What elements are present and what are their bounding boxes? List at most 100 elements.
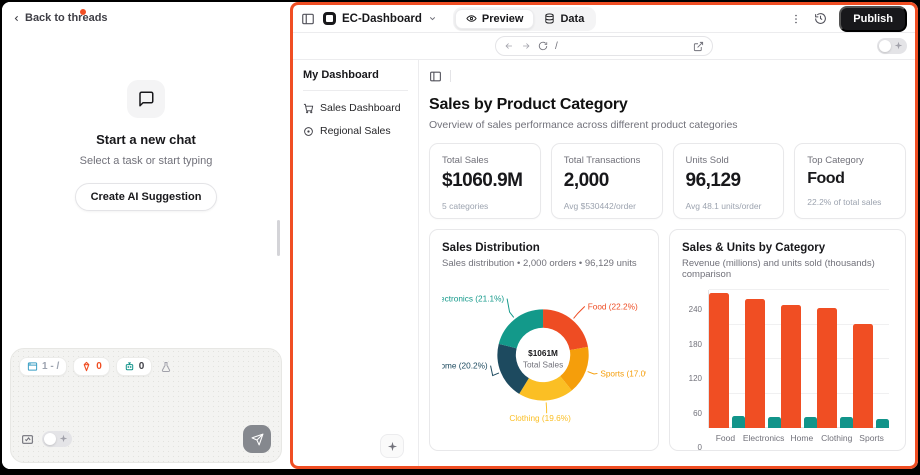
chat-bubble-icon	[137, 90, 155, 108]
donut-leader-line	[588, 372, 598, 374]
scrollbar-thumb[interactable]	[277, 220, 280, 256]
gem-icon	[81, 361, 92, 372]
preview-content: My Dashboard Sales Dashboard Regional Sa…	[293, 60, 915, 466]
history-icon[interactable]	[814, 12, 827, 25]
bar-group-clothing	[817, 290, 853, 428]
app-window: Back to threads Start a new chat Select …	[2, 2, 918, 469]
page-subtitle: Overview of sales performance across dif…	[429, 119, 906, 131]
sidebar-toggle-icon[interactable]	[301, 12, 315, 26]
open-external-icon[interactable]	[693, 41, 704, 52]
agent-chip[interactable]: 0	[116, 357, 153, 376]
app-topbar: EC-Dashboard Preview Data	[293, 5, 915, 33]
stat-card-total-transactions: Total Transactions 2,000 Avg $530442/ord…	[551, 143, 663, 219]
back-to-threads-link[interactable]: Back to threads	[12, 12, 108, 24]
ai-mode-toggle[interactable]	[42, 431, 72, 447]
refresh-icon[interactable]	[538, 41, 548, 51]
stat-label: Top Category	[807, 155, 893, 166]
cart-icon	[303, 103, 314, 114]
bar-electronics-revenue	[745, 299, 765, 428]
tab-data[interactable]: Data	[534, 9, 594, 29]
donut-chart-card: Sales Distribution Sales distribution • …	[429, 229, 659, 451]
composer-toolbar	[21, 425, 271, 453]
dashboard-sidebar: My Dashboard Sales Dashboard Regional Sa…	[293, 60, 419, 466]
y-tick: 240	[689, 305, 702, 314]
donut-slice-food	[543, 309, 588, 350]
stat-footnote: 5 categories	[442, 201, 528, 211]
sidebar-item-label: Sales Dashboard	[320, 102, 401, 114]
collapse-panel-icon[interactable]	[429, 70, 442, 83]
context-chip-row: 1 - / 0 0	[11, 349, 281, 376]
nav-forward-icon[interactable]	[521, 41, 531, 51]
stat-label: Total Sales	[442, 155, 528, 166]
chat-empty-state: Start a new chat Select a task or start …	[2, 80, 290, 211]
toggle-knob	[879, 40, 891, 52]
donut-label-food: Food (22.2%)	[588, 302, 638, 311]
donut-label-home: Home (20.2%)	[442, 362, 488, 371]
toolbar-divider	[450, 70, 451, 82]
dashboard-sidebar-title: My Dashboard	[303, 69, 408, 91]
url-bar[interactable]: /	[495, 36, 713, 56]
issues-chip[interactable]: 0	[73, 357, 110, 376]
topbar-actions: Publish	[790, 6, 907, 32]
sidebar-item-regional-sales[interactable]: Regional Sales	[303, 125, 408, 137]
bar-plot-area	[708, 290, 889, 428]
send-button[interactable]	[243, 425, 271, 453]
bar-food-units	[732, 416, 745, 428]
donut-slice-electronics	[499, 309, 543, 348]
x-tick-label: Food	[708, 433, 743, 443]
nav-back-icon[interactable]	[504, 41, 514, 51]
tab-preview-label: Preview	[482, 13, 524, 25]
main-toolbar	[429, 67, 906, 85]
create-ai-suggestion-button[interactable]: Create AI Suggestion	[75, 183, 218, 211]
stat-value: $1060.9M	[442, 170, 528, 192]
project-switcher[interactable]: EC-Dashboard	[323, 12, 437, 25]
screen-capture-icon[interactable]	[21, 433, 34, 446]
y-tick: 120	[689, 374, 702, 383]
donut-leader-line	[491, 366, 499, 376]
stat-card-units-sold: Units Sold 96,129 Avg 48.1 units/order	[673, 143, 785, 219]
bar-clothing-revenue	[817, 308, 837, 428]
bar-clothing-units	[840, 417, 853, 428]
sidebar-item-sales-dashboard[interactable]: Sales Dashboard	[303, 102, 408, 114]
page-title: Sales by Product Category	[429, 96, 906, 114]
chat-panel: Back to threads Start a new chat Select …	[2, 2, 290, 469]
bar-group-electronics	[745, 290, 781, 428]
donut-chart: Food (22.2%) Sports (17.0%) Clothing (19.6…	[442, 273, 646, 435]
sparkle-icon	[387, 441, 398, 452]
donut-label-sports: Sports (17.0%)	[600, 369, 646, 378]
browser-window-icon	[27, 361, 38, 372]
app-logo-icon	[323, 12, 336, 25]
route-context-chip[interactable]: 1 - /	[19, 357, 67, 376]
y-tick: 60	[693, 409, 702, 418]
bar-food-revenue	[709, 293, 729, 428]
bar-sports-units	[876, 419, 889, 428]
dashboard-main: Sales by Product Category Overview of sa…	[419, 60, 915, 466]
donut-label-clothing: Clothing (19.6%)	[509, 414, 571, 423]
preview-panel: EC-Dashboard Preview Data	[290, 2, 918, 469]
bar-y-axis: 060120180240	[682, 290, 708, 448]
bar-sports-revenue	[853, 324, 873, 428]
chat-bubble-tile	[127, 80, 165, 118]
sparkle-icon	[894, 41, 903, 50]
chart-subtitle: Sales distribution • 2,000 orders • 96,1…	[442, 258, 646, 269]
kebab-menu-icon[interactable]	[790, 13, 802, 25]
bar-electronics-units	[768, 417, 781, 429]
browser-bar: /	[293, 33, 915, 60]
stat-footnote: 22.2% of total sales	[807, 197, 893, 207]
ai-assist-toggle[interactable]	[877, 38, 907, 54]
publish-button[interactable]: Publish	[839, 6, 907, 32]
url-path[interactable]: /	[555, 41, 558, 52]
paper-plane-icon	[251, 433, 264, 446]
bar-home-units	[804, 417, 817, 429]
x-tick-label: Home	[784, 433, 819, 443]
sidebar-ai-button[interactable]	[380, 434, 404, 458]
project-name: EC-Dashboard	[342, 13, 422, 25]
chat-composer[interactable]: 1 - / 0 0	[10, 348, 282, 463]
bar-home-revenue	[781, 305, 801, 428]
donut-label-electronics: Electronics (21.1%)	[442, 295, 504, 304]
donut-svg: Food (22.2%) Sports (17.0%) Clothing (19.6…	[442, 273, 646, 435]
beaker-icon[interactable]	[160, 361, 172, 373]
tab-preview[interactable]: Preview	[455, 9, 535, 29]
agent-count: 0	[139, 361, 145, 372]
chevron-down-icon	[428, 14, 437, 23]
